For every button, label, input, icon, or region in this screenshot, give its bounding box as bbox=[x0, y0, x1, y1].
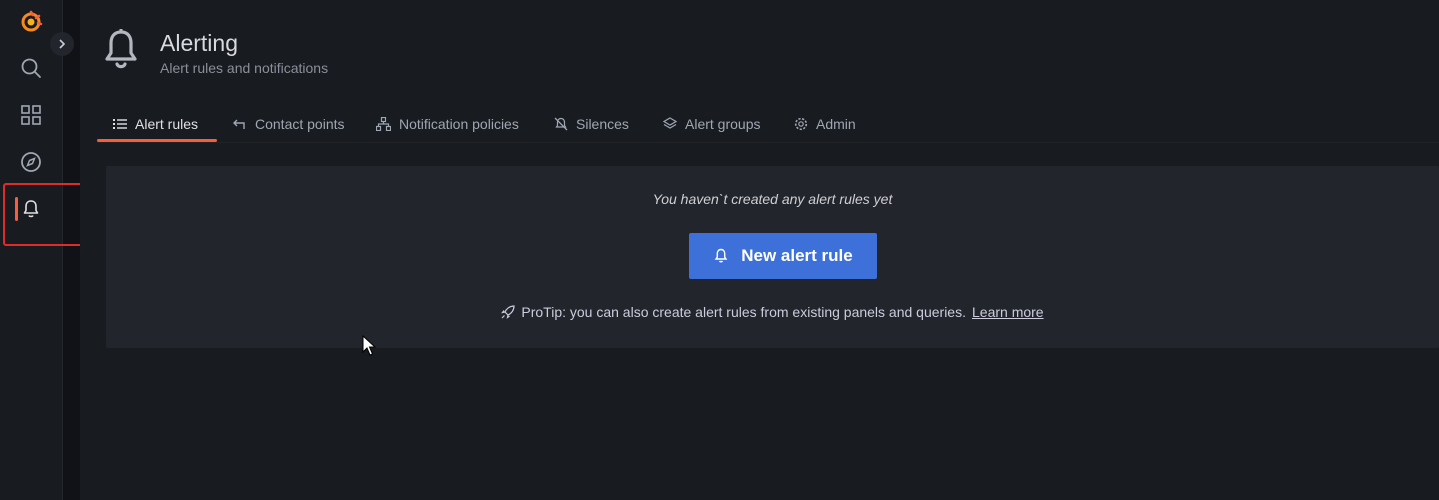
sidebar-expand-button[interactable] bbox=[50, 32, 74, 56]
new-alert-rule-button[interactable]: New alert rule bbox=[689, 233, 877, 279]
tab-bar: Alert rules Contact points Notification … bbox=[97, 108, 1439, 143]
main-content: Alerting Alert rules and notifications A… bbox=[80, 0, 1439, 500]
sidebar-item-dashboards[interactable] bbox=[11, 95, 51, 135]
search-icon bbox=[21, 58, 41, 78]
sidebar-item-search[interactable] bbox=[11, 48, 51, 88]
tab-label: Contact points bbox=[255, 115, 345, 132]
empty-state-panel: You haven`t created any alert rules yet … bbox=[106, 166, 1439, 348]
tab-label: Notification policies bbox=[399, 115, 519, 132]
sidebar-item-alerting[interactable] bbox=[11, 189, 51, 229]
empty-state-message: You haven`t created any alert rules yet bbox=[652, 191, 893, 207]
bell-icon bbox=[714, 248, 728, 263]
tab-label: Alert rules bbox=[135, 115, 199, 132]
chevron-right-icon bbox=[59, 39, 66, 49]
sidebar bbox=[0, 0, 74, 500]
bell-icon bbox=[23, 200, 39, 218]
rocket-icon bbox=[501, 305, 515, 319]
page-subtitle: Alert rules and notifications bbox=[160, 60, 329, 76]
comment-icon bbox=[233, 119, 245, 129]
tab-alert-rules[interactable]: Alert rules bbox=[97, 108, 217, 142]
tab-contact-points[interactable]: Contact points bbox=[217, 108, 361, 139]
sidebar-item-explore[interactable] bbox=[11, 142, 51, 182]
tab-alert-groups[interactable]: Alert groups bbox=[647, 108, 776, 139]
cog-icon bbox=[794, 117, 808, 130]
sitemap-icon bbox=[376, 116, 391, 131]
grafana-logo-icon[interactable] bbox=[11, 2, 51, 42]
protip-text: ProTip: you can also create alert rules … bbox=[521, 304, 966, 320]
tab-label: Silences bbox=[576, 115, 629, 132]
page-title: Alerting bbox=[160, 30, 238, 56]
tab-admin[interactable]: Admin bbox=[778, 108, 872, 139]
tab-label: Alert groups bbox=[685, 115, 761, 132]
button-label: New alert rule bbox=[741, 246, 853, 265]
bell-slash-icon bbox=[554, 117, 568, 130]
layer-group-icon bbox=[663, 116, 677, 129]
mouse-cursor-icon bbox=[362, 334, 377, 362]
protip: ProTip: you can also create alert rules … bbox=[106, 304, 1439, 320]
bell-icon bbox=[102, 28, 140, 77]
compass-icon bbox=[21, 152, 41, 172]
tab-silences[interactable]: Silences bbox=[538, 108, 645, 139]
tab-notification-policies[interactable]: Notification policies bbox=[360, 108, 535, 139]
list-icon bbox=[113, 118, 127, 129]
apps-icon bbox=[21, 105, 41, 125]
learn-more-link[interactable]: Learn more bbox=[972, 304, 1044, 320]
tab-label: Admin bbox=[816, 115, 856, 132]
